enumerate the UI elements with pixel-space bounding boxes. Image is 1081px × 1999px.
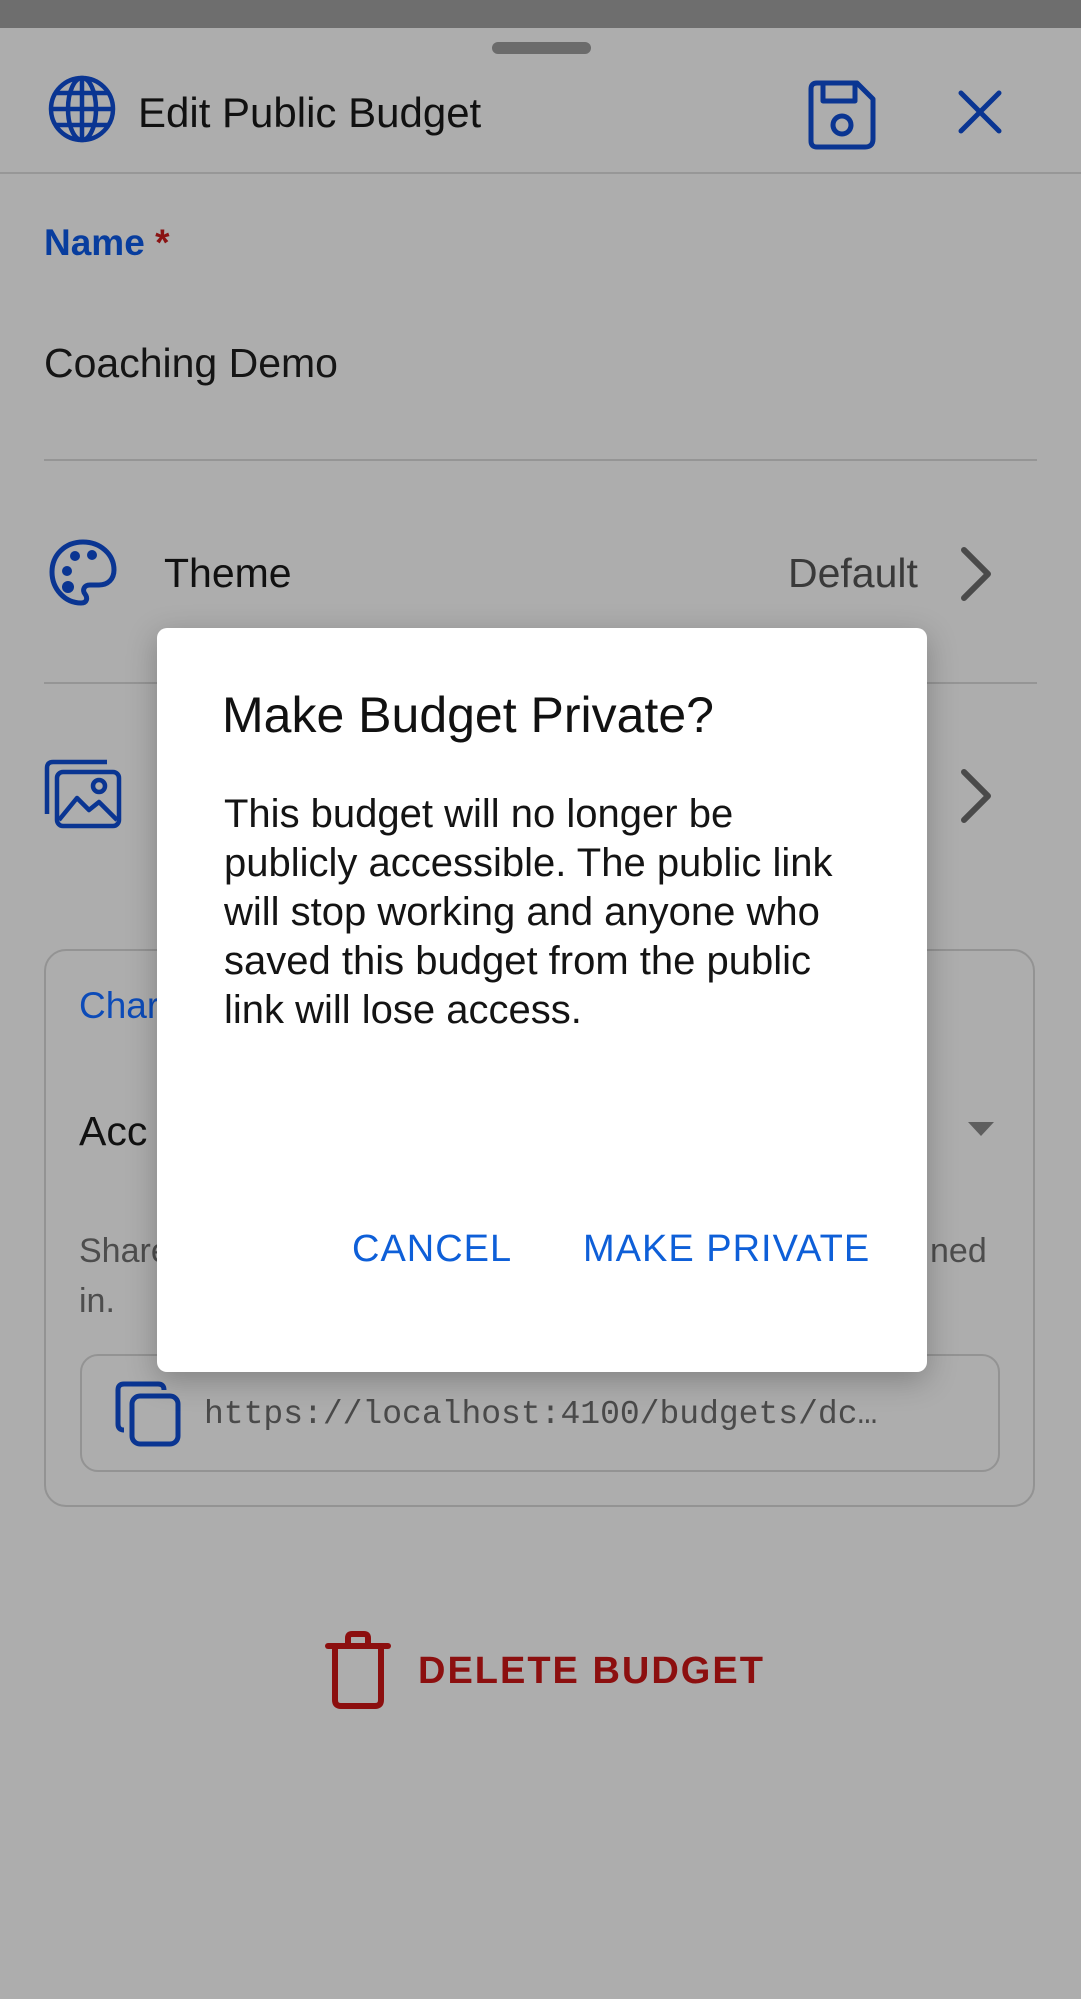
dialog-title: Make Budget Private?: [222, 687, 714, 743]
dialog-message: This budget will no longer be publicly a…: [224, 792, 833, 1032]
theme-value[interactable]: Default: [788, 550, 918, 597]
palette-icon: [49, 539, 117, 606]
image-icon: [44, 759, 122, 829]
chevron-right-icon[interactable]: [956, 766, 996, 826]
dialog-actions: CANCEL MAKE PRIVATE: [157, 1228, 927, 1288]
page-title: Edit Public Budget: [138, 89, 482, 136]
name-field-underline: [44, 459, 1037, 461]
status-bar: [0, 0, 1081, 28]
make-private-button[interactable]: MAKE PRIVATE: [583, 1228, 870, 1271]
share-card-title: Char: [79, 985, 160, 1026]
header-divider: [0, 172, 1081, 174]
theme-label[interactable]: Theme: [164, 550, 292, 597]
name-field-label: Name *: [44, 222, 170, 263]
caret-down-icon[interactable]: [968, 1122, 994, 1136]
sheet-header: Edit Public Budget: [0, 45, 1081, 151]
delete-budget-button[interactable]: DELETE BUDGET: [322, 1630, 772, 1710]
copy-icon[interactable]: [112, 1378, 184, 1450]
close-icon[interactable]: [955, 87, 1005, 137]
public-link-text: https://localhost:4100/budgets/dc…: [204, 1396, 878, 1433]
access-label: Acc: [79, 1108, 148, 1154]
share-help-text-line2: in.: [79, 1282, 115, 1320]
share-help-text-tail: ned: [930, 1232, 987, 1270]
delete-budget-label: DELETE BUDGET: [418, 1650, 765, 1692]
cancel-button[interactable]: CANCEL: [352, 1228, 512, 1271]
name-field[interactable]: Coaching Demo: [44, 340, 338, 387]
make-private-dialog: Make Budget Private? This budget will no…: [157, 628, 927, 1372]
required-mark: *: [155, 222, 170, 263]
trash-icon: [325, 1631, 391, 1709]
chevron-right-icon[interactable]: [956, 544, 996, 604]
globe-icon: [48, 75, 116, 143]
save-icon[interactable]: [805, 79, 877, 151]
